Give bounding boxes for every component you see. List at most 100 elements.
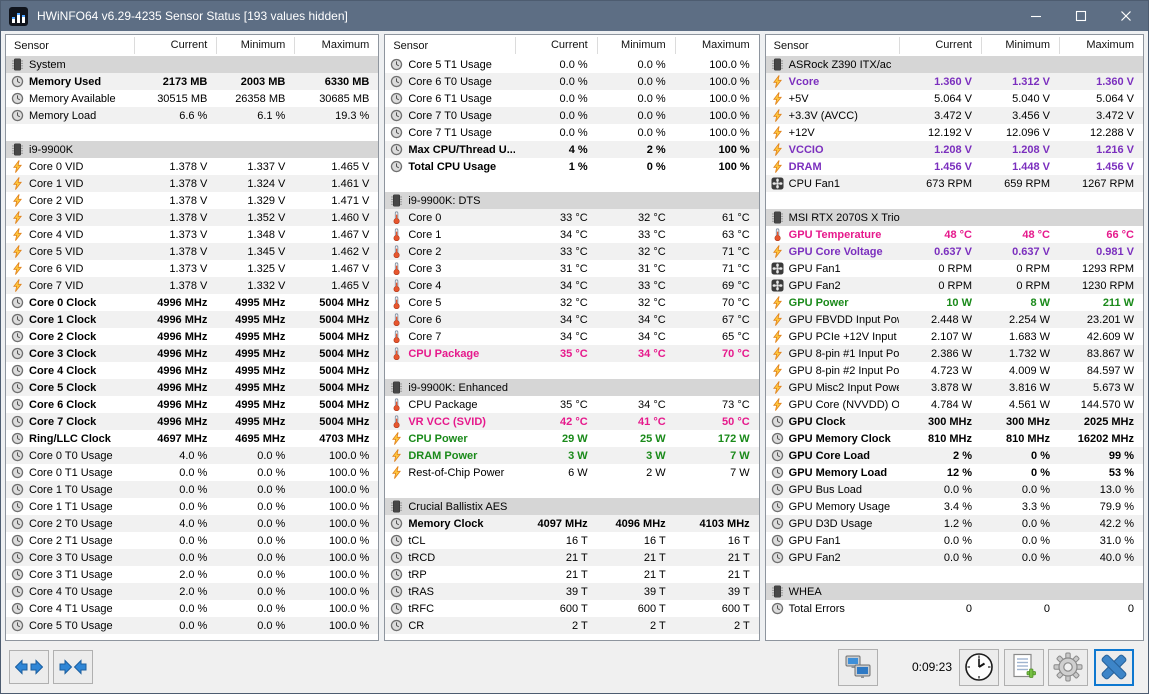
sensor-row[interactable]: Core 2 T1 Usage 0.0 % 0.0 % 100.0 % [6, 532, 378, 549]
section-header-row[interactable]: MSI RTX 2070S X Trio [765, 209, 1143, 226]
sensor-row[interactable]: Core 6 T0 Usage 0.0 % 0.0 % 100.0 % [385, 73, 759, 90]
sensor-row[interactable]: Core 5 T1 Usage 0.0 % 0.0 % 100.0 % [385, 56, 758, 73]
sensor-row[interactable]: GPU Misc2 Input Power 3.878 W 3.816 W 5.673… [765, 379, 1143, 396]
column-header-minimum[interactable]: Minimum [216, 37, 294, 54]
column-header-current[interactable]: Current [899, 37, 981, 54]
sensor-row[interactable]: GPU Core Voltage 0.637 V 0.637 V 0.981 V [765, 243, 1143, 260]
sensor-row[interactable]: Core 7 VID 1.378 V 1.332 V 1.465 V [6, 277, 379, 294]
column-header-current[interactable]: Current [134, 37, 216, 54]
sensor-row[interactable]: Core 7 T0 Usage 0.0 % 0.0 % 100.0 % [385, 107, 759, 124]
sensor-row[interactable]: Core 0 T0 Usage 4.0 % 0.0 % 100.0 % [6, 447, 379, 464]
sensor-row[interactable]: tRFC 600 T 600 T 600 T [385, 600, 758, 617]
column-header-sensor[interactable]: Sensor [766, 40, 899, 52]
close-button[interactable] [1094, 648, 1134, 686]
sensor-row[interactable]: Core 4 Clock 4996 MHz 4995 MHz 5004 MHz [6, 362, 378, 379]
column-header-maximum[interactable]: Maximum [674, 37, 759, 54]
column-header-maximum[interactable]: Maximum [294, 37, 378, 54]
sensor-row[interactable]: Core 2 Clock 4996 MHz 4995 MHz 5004 MHz [6, 328, 378, 345]
sensor-row[interactable]: Core 0 T1 Usage 0.0 % 0.0 % 100.0 % [6, 464, 378, 481]
sensor-row[interactable]: tRP 21 T 21 T 21 T [385, 566, 758, 583]
sensor-row[interactable]: GPU Fan2 0.0 % 0.0 % 40.0 % [765, 549, 1143, 566]
sensor-row[interactable]: Core 1 Clock 4996 MHz 4995 MHz 5004 MHz [6, 311, 379, 328]
sensor-row[interactable]: +3.3V (AVCC) 3.472 V 3.456 V 3.472 V [765, 107, 1143, 124]
sensor-row[interactable]: Core 7 Clock 4996 MHz 4995 MHz 5004 MHz [6, 413, 379, 430]
sensor-row[interactable]: GPU Bus Load 0.0 % 0.0 % 13.0 % [765, 481, 1143, 498]
section-header-row[interactable]: i9-9900K [6, 141, 379, 158]
sensor-row[interactable]: +12V 12.192 V 12.096 V 12.288 V [766, 124, 1143, 141]
sensor-row[interactable]: Core 0 VID 1.378 V 1.337 V 1.465 V [6, 158, 378, 175]
sensor-row[interactable]: Total CPU Usage 1 % 0 % 100 % [385, 158, 758, 175]
column-header-sensor[interactable]: Sensor [385, 40, 514, 52]
sensor-row[interactable]: Core 6 Clock 4996 MHz 4995 MHz 5004 MHz [6, 396, 378, 413]
sensor-row[interactable]: Core 3 T0 Usage 0.0 % 0.0 % 100.0 % [6, 549, 379, 566]
sensor-row[interactable]: Core 1 T0 Usage 0.0 % 0.0 % 100.0 % [6, 481, 379, 498]
section-header-row[interactable]: ASRock Z390 ITX/ac [765, 56, 1143, 73]
sensor-row[interactable]: Rest-of-Chip Power 6 W 2 W 7 W [385, 464, 758, 481]
sensor-row[interactable]: Vcore 1.360 V 1.312 V 1.360 V [765, 73, 1143, 90]
minimize-button[interactable] [1013, 1, 1058, 31]
section-header-row[interactable]: Crucial Ballistix AES [385, 498, 759, 515]
section-header-row[interactable]: WHEA [765, 583, 1143, 600]
settings-button[interactable] [1048, 648, 1088, 686]
remote-monitoring-button[interactable] [837, 648, 878, 686]
sensor-row[interactable]: Core 2 VID 1.378 V 1.329 V 1.471 V [6, 192, 378, 209]
sensor-row[interactable]: GPU Fan1 0 RPM 0 RPM 1293 RPM [766, 260, 1143, 277]
sensor-row[interactable]: Total Errors 0 0 0 [766, 600, 1143, 617]
sensor-row[interactable]: Core 7 34 °C 34 °C 65 °C [385, 328, 758, 345]
sensor-row[interactable]: Max CPU/Thread U... 4 % 2 % 100 % [385, 141, 759, 158]
sensor-row[interactable]: Core 4 T1 Usage 0.0 % 0.0 % 100.0 % [6, 600, 378, 617]
sensor-row[interactable]: Core 6 VID 1.373 V 1.325 V 1.467 V [6, 260, 378, 277]
sensor-row[interactable]: Core 6 T1 Usage 0.0 % 0.0 % 100.0 % [385, 90, 758, 107]
sensor-row[interactable]: tRAS 39 T 39 T 39 T [385, 583, 759, 600]
sensor-row[interactable]: Core 1 T1 Usage 0.0 % 0.0 % 100.0 % [6, 498, 378, 515]
sensor-row[interactable]: CPU Power 29 W 25 W 172 W [385, 430, 758, 447]
sensor-row[interactable]: +5V 5.064 V 5.040 V 5.064 V [766, 90, 1143, 107]
maximize-button[interactable] [1058, 1, 1103, 31]
sensor-row[interactable]: Core 4 34 °C 33 °C 69 °C [385, 277, 759, 294]
collapse-columns-button[interactable] [53, 650, 93, 684]
section-header-row[interactable]: System [6, 56, 379, 73]
sensor-row[interactable]: DRAM 1.456 V 1.448 V 1.456 V [766, 158, 1143, 175]
sensor-row[interactable]: Core 2 33 °C 32 °C 71 °C [385, 243, 759, 260]
sensor-row[interactable]: Core 1 VID 1.378 V 1.324 V 1.461 V [6, 175, 379, 192]
report-button[interactable] [1004, 648, 1044, 686]
sensor-row[interactable]: Core 3 VID 1.378 V 1.352 V 1.460 V [6, 209, 379, 226]
sensor-row[interactable]: Memory Used 2173 MB 2003 MB 6330 MB [6, 73, 379, 90]
sensor-row[interactable]: GPU Temperature 48 °C 48 °C 66 °C [766, 226, 1143, 243]
sensor-row[interactable]: Core 5 VID 1.378 V 1.345 V 1.462 V [6, 243, 379, 260]
sensor-row[interactable]: Memory Clock 4097 MHz 4096 MHz 4103 MHz [385, 515, 759, 532]
sensor-row[interactable]: GPU FBVDD Input Power 2.448 W 2.254 W 23.20… [765, 311, 1143, 328]
sensor-row[interactable]: GPU Fan1 0.0 % 0.0 % 31.0 % [766, 532, 1143, 549]
sensor-row[interactable]: Memory Available 30515 MB 26358 MB 30685 MB [6, 90, 378, 107]
sensor-row[interactable]: CPU Package 35 °C 34 °C 73 °C [385, 396, 758, 413]
sensor-row[interactable]: Core 3 31 °C 31 °C 71 °C [385, 260, 758, 277]
sensor-row[interactable]: Memory Load 6.6 % 6.1 % 19.3 % [6, 107, 379, 124]
column-header-maximum[interactable]: Maximum [1059, 37, 1143, 54]
sensor-row[interactable]: Core 6 34 °C 34 °C 67 °C [385, 311, 759, 328]
sensor-row[interactable]: Core 4 VID 1.373 V 1.348 V 1.467 V [6, 226, 378, 243]
sensor-row[interactable]: GPU Core (NVVDD) O... 4.784 W 4.561 W 144.5… [766, 396, 1143, 413]
column-header-minimum[interactable]: Minimum [596, 37, 675, 54]
sensor-row[interactable]: CPU Package 35 °C 34 °C 70 °C [385, 345, 759, 362]
column-header-sensor[interactable]: Sensor [6, 40, 134, 52]
section-header-row[interactable]: i9-9900K: DTS [385, 192, 759, 209]
sensor-row[interactable]: GPU Power 10 W 8 W 211 W [766, 294, 1143, 311]
sensor-row[interactable]: Core 0 Clock 4996 MHz 4995 MHz 5004 MHz [6, 294, 378, 311]
sensor-row[interactable]: VCCIO 1.208 V 1.208 V 1.216 V [765, 141, 1143, 158]
sensor-row[interactable]: Core 3 Clock 4996 MHz 4995 MHz 5004 MHz [6, 345, 379, 362]
close-window-button[interactable] [1103, 1, 1148, 31]
sensor-row[interactable]: tRCD 21 T 21 T 21 T [385, 549, 759, 566]
sensor-row[interactable]: Core 5 T0 Usage 0.0 % 0.0 % 100.0 % [6, 617, 379, 634]
sensor-row[interactable]: GPU Memory Load 12 % 0 % 53 % [766, 464, 1143, 481]
sensor-row[interactable]: GPU Memory Usage 3.4 % 3.3 % 79.9 % [766, 498, 1143, 515]
sensor-row[interactable]: Core 2 T0 Usage 4.0 % 0.0 % 100.0 % [6, 515, 379, 532]
column-header-current[interactable]: Current [514, 37, 597, 54]
sensor-row[interactable]: Core 3 T1 Usage 2.0 % 0.0 % 100.0 % [6, 566, 378, 583]
column-header-minimum[interactable]: Minimum [981, 37, 1059, 54]
expand-columns-button[interactable] [9, 650, 49, 684]
sensor-row[interactable]: Core 7 T1 Usage 0.0 % 0.0 % 100.0 % [385, 124, 758, 141]
sensor-row[interactable]: GPU D3D Usage 1.2 % 0.0 % 42.2 % [765, 515, 1143, 532]
sensor-row[interactable]: Ring/LLC Clock 4697 MHz 4695 MHz 4703 MHz [6, 430, 378, 447]
sensor-row[interactable]: tCL 16 T 16 T 16 T [385, 532, 758, 549]
sensor-row[interactable]: Core 5 Clock 4996 MHz 4995 MHz 5004 MHz [6, 379, 379, 396]
